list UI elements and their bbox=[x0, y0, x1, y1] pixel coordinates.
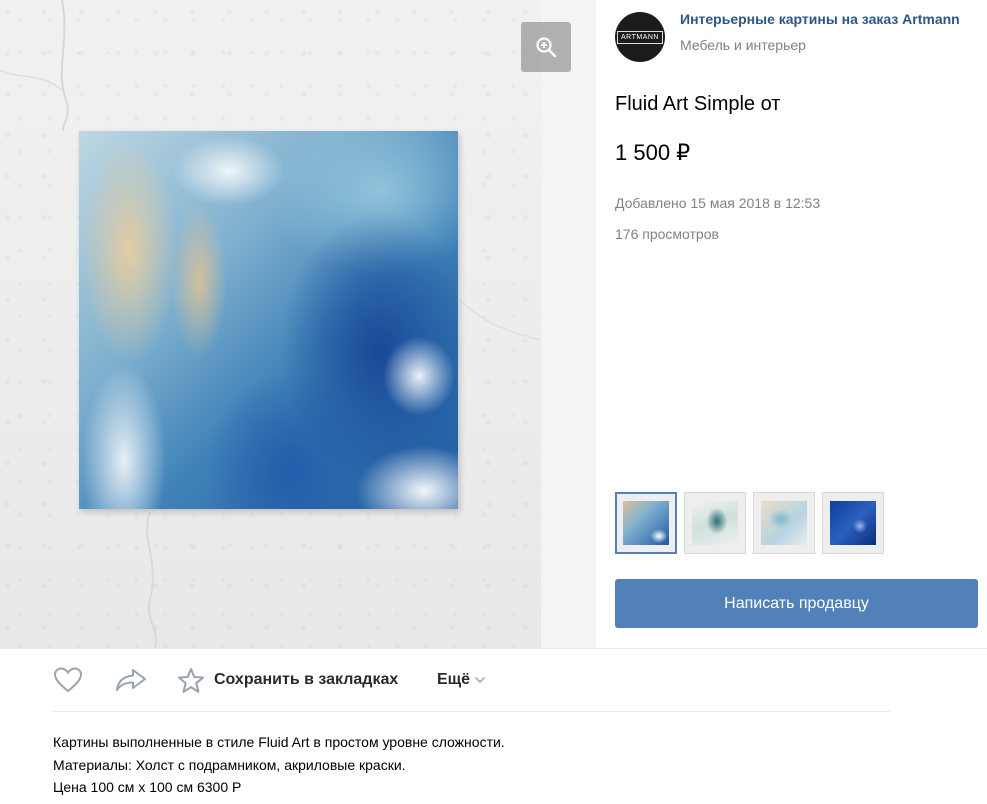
share-arrow-icon bbox=[116, 669, 146, 691]
painting-canvas bbox=[79, 131, 458, 509]
product-description: Картины выполненные в стиле Fluid Art в … bbox=[53, 731, 505, 799]
product-photo-area[interactable] bbox=[0, 0, 596, 648]
shop-logo-text: ARTMANN bbox=[617, 30, 663, 44]
more-label: Ещё bbox=[437, 671, 471, 688]
save-to-bookmarks-label: Сохранить в закладках bbox=[214, 671, 399, 688]
save-to-bookmarks-button[interactable]: Сохранить в закладках bbox=[177, 664, 398, 696]
thumbnail-strip bbox=[615, 492, 884, 554]
description-line: Картины выполненные в стиле Fluid Art в … bbox=[53, 734, 505, 750]
shop-name-link[interactable]: Интерьерные картины на заказ Artmann bbox=[680, 11, 987, 27]
thumbnail-2[interactable] bbox=[684, 492, 746, 554]
divider bbox=[0, 648, 987, 649]
zoom-in-icon bbox=[536, 37, 557, 58]
share-button[interactable] bbox=[115, 664, 147, 696]
thumbnail-4[interactable] bbox=[822, 492, 884, 554]
product-price: 1 500 ₽ bbox=[615, 140, 691, 165]
description-line: Материалы: Холст с подрамником, акриловы… bbox=[53, 756, 406, 773]
star-icon bbox=[178, 667, 204, 693]
description-line: Цена 100 см х 100 см 6300 Р bbox=[53, 779, 242, 795]
like-button[interactable] bbox=[53, 664, 83, 696]
thumbnail-image bbox=[692, 501, 738, 545]
contact-seller-button[interactable]: Написать продавцу bbox=[615, 579, 978, 628]
thumbnail-image bbox=[830, 501, 876, 545]
more-button[interactable]: Ещё bbox=[437, 664, 486, 696]
chevron-down-icon bbox=[475, 677, 485, 683]
divider bbox=[53, 711, 890, 712]
product-photo bbox=[0, 0, 541, 648]
heart-icon bbox=[53, 667, 83, 693]
zoom-button[interactable] bbox=[521, 22, 571, 72]
views-count: 176 просмотров bbox=[615, 226, 719, 242]
shop-category: Мебель и интерьер bbox=[680, 37, 806, 53]
thumbnail-1[interactable] bbox=[615, 492, 677, 554]
thumbnail-image bbox=[623, 501, 669, 545]
product-title: Fluid Art Simple от bbox=[615, 93, 781, 115]
added-date: Добавлено 15 мая 2018 в 12:53 bbox=[615, 195, 821, 211]
shop-avatar[interactable]: ARTMANN bbox=[615, 12, 665, 62]
thumbnail-image bbox=[761, 501, 807, 545]
thumbnail-3[interactable] bbox=[753, 492, 815, 554]
